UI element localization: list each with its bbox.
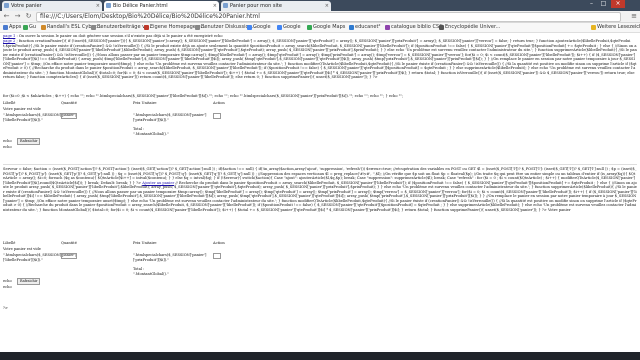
empty-cart-text: Votre panier est vide	[3, 107, 41, 111]
php-code-block-2b: // Recherche du produit dans le panier $…	[3, 180, 637, 212]
bookmark-item[interactable]: Google	[276, 23, 301, 32]
divider	[3, 164, 637, 165]
browser-tab-bar: Votre panier × Bio Délice Panier.html × …	[0, 0, 640, 11]
total-label: Total :	[133, 127, 145, 131]
row-code-libelle: ".htmlspecialchars($_SESSION['panier']['…	[3, 253, 77, 262]
bookmark-item[interactable]: Google	[246, 23, 271, 32]
refresh-button[interactable]: Rafraichir	[17, 278, 41, 285]
bookmark-item[interactable]: educanet²	[348, 23, 380, 32]
bookmark-favicon-icon	[144, 25, 149, 30]
tab-label: Bio Délice Panier.html	[113, 3, 168, 9]
bookmark-label: catalogue biblio CSC	[391, 24, 443, 30]
bookmark-label: Google	[283, 24, 301, 30]
total-value-code: ".MontantGlobal()."	[133, 272, 169, 276]
col-header-quantite: Quantité	[61, 101, 77, 105]
tab-bio-delice-panier[interactable]: Bio Délice Panier.html ×	[104, 1, 219, 11]
bookmark-favicon-icon	[385, 25, 390, 30]
bookmark-label: Gu	[29, 24, 37, 30]
bookmarks-bar: Apps Gu Randall's ESL Cyber... Benutzerbeit…	[0, 23, 640, 33]
row-code-prix: ".htmlspecialchars($_SESSION['panier']['…	[133, 253, 207, 262]
close-icon[interactable]: ×	[325, 1, 329, 11]
col-header-quantite: Quantité	[61, 241, 77, 245]
os-taskbar	[0, 352, 640, 360]
maximize-icon[interactable]: □	[598, 0, 609, 8]
bookmark-item[interactable]: catalogue biblio CSC	[384, 23, 443, 32]
delete-checkbox[interactable]	[213, 253, 221, 259]
bookmark-favicon-icon	[439, 25, 444, 30]
bookmark-favicon-icon	[349, 25, 354, 30]
bookmark-favicon-icon	[41, 25, 46, 30]
menu-icon[interactable]: ≡	[631, 12, 637, 21]
bookmark-item[interactable]: Weitere Lesezeichen	[590, 23, 640, 32]
bookmark-favicon-icon	[91, 25, 96, 30]
col-header-libelle: Libellé	[3, 241, 16, 245]
php-close-tag: ?>	[3, 306, 8, 310]
cart-table-2: Libellé Quantité Prix Unitaire Action Vo…	[3, 241, 243, 301]
bookmark-label: Encyclopédie Univer...	[445, 24, 501, 30]
total-label: Total :	[133, 267, 145, 271]
bookmark-item[interactable]: Google Maps	[306, 23, 345, 32]
minimize-icon[interactable]: –	[586, 0, 597, 8]
cart-table-1: Libellé Quantité Prix Unitaire Action Vo…	[3, 101, 243, 161]
tab-label: Panier pour mon site	[230, 3, 282, 9]
close-icon[interactable]: ×	[96, 1, 100, 11]
tab-label: Votre panier	[11, 3, 42, 9]
total-value-code: ".MontantGlobal()."	[133, 132, 169, 136]
bookmark-item[interactable]: Encyclopédie Univer...	[438, 23, 500, 32]
bookmark-favicon-icon	[247, 25, 252, 30]
delete-checkbox[interactable]	[213, 113, 221, 119]
echo-text: echo	[3, 279, 12, 283]
page-icon	[106, 3, 111, 8]
reload-icon[interactable]: ↻	[24, 12, 33, 21]
php-code-loop-1: for ($i=0 ;$i < $nbArticles ; $i++) { ec…	[3, 94, 404, 98]
bookmark-label: Google Maps	[313, 24, 346, 30]
empty-cart-text: Votre panier est vide	[3, 247, 41, 251]
address-input[interactable]: file:///C:/Users/Elom/Desktop/Bio%20Déli…	[36, 12, 621, 22]
bookmark-favicon-icon	[3, 25, 8, 30]
tab-votre-panier[interactable]: Votre panier ×	[2, 1, 102, 11]
bookmark-label: educanet²	[355, 24, 381, 30]
bookmark-label: Apps	[9, 24, 22, 30]
col-header-libelle: Libellé	[3, 101, 16, 105]
address-toolbar: ← → ↻ file:///C:/Users/Elom/Desktop/Bio%…	[0, 11, 640, 23]
col-header-action: Action	[213, 241, 225, 245]
close-icon[interactable]: ×	[213, 1, 217, 11]
echo-text: echo	[3, 145, 12, 149]
col-header-action: Action	[213, 101, 225, 105]
echo-text: echo	[3, 139, 12, 143]
bookmark-item[interactable]: Gu	[22, 23, 36, 32]
row-code-libelle: ".htmlspecialchars($_SESSION['panier']['…	[3, 113, 77, 122]
bookmark-item[interactable]: Apps	[2, 23, 21, 32]
bookmark-favicon-icon	[277, 25, 282, 30]
quantity-input[interactable]	[61, 253, 77, 259]
bookmark-favicon-icon	[591, 25, 596, 30]
row-code-prix: ".htmlspecialchars($_SESSION['panier']['…	[133, 113, 207, 122]
bookmark-favicon-icon	[307, 25, 312, 30]
bookmark-favicon-icon	[195, 25, 200, 30]
bookmark-label: Google	[253, 24, 271, 30]
php-code-block-1: ; function creationPanier(){ if (!isset(…	[3, 39, 637, 79]
forward-icon[interactable]: →	[13, 12, 22, 21]
page-icon	[4, 3, 9, 8]
col-header-prix: Prix Unitaire	[133, 241, 157, 245]
tab-panier-pour-mon-site[interactable]: Panier pour mon site ×	[221, 1, 331, 11]
intro-text: : On ouvre la session le panier on doit …	[16, 34, 223, 38]
window-close-icon[interactable]: ×	[611, 0, 625, 8]
page-link-2[interactable]: page 2	[3, 39, 15, 43]
echo-text: echo	[3, 285, 12, 289]
col-header-prix: Prix Unitaire	[133, 101, 157, 105]
bookmark-label: Weitere Lesezeichen	[597, 24, 640, 30]
page-icon	[223, 3, 228, 8]
quantity-input[interactable]	[61, 113, 77, 119]
back-icon[interactable]: ←	[2, 12, 11, 21]
bookmark-favicon-icon	[23, 25, 28, 30]
refresh-button[interactable]: Rafraichir	[17, 138, 41, 145]
page-link-1[interactable]: page 1	[3, 34, 15, 38]
add-to-cart-link[interactable]: Ajouter au panier	[142, 181, 174, 185]
